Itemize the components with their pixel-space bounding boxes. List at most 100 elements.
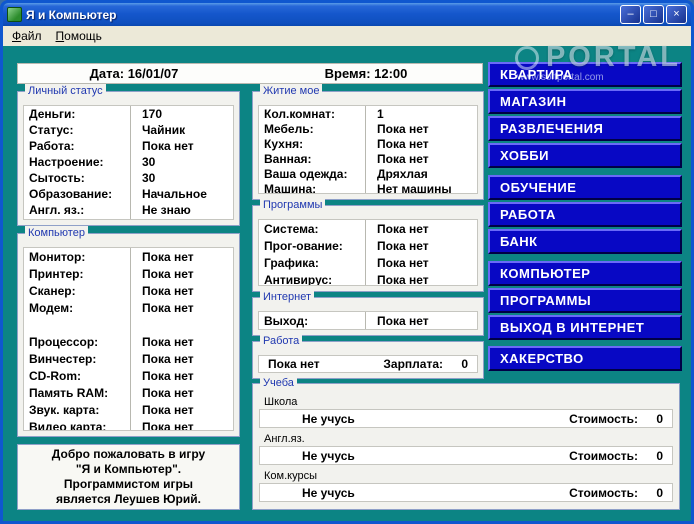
field-value: Пока нет	[142, 266, 194, 281]
cost-label: Стоимость:	[569, 485, 638, 500]
menu-bar: Файл Помощь	[3, 26, 691, 46]
close-button[interactable]: ×	[666, 5, 687, 24]
field-label: Кухня:	[264, 136, 304, 151]
status-row: Прог-ование: Пока нет	[259, 237, 477, 254]
field-label: Система:	[264, 221, 319, 236]
client-area: PORTAL www.softportal.com Дата: 16/01/07…	[3, 41, 691, 521]
cost-value: 0	[656, 411, 663, 426]
study-name: Школа	[264, 396, 298, 408]
nav-button-hacking[interactable]: ХАКЕРСТВО	[488, 346, 682, 371]
status-row: Англ. яз.: Не знаю	[24, 202, 233, 218]
status-row: Память RAM: Пока нет	[24, 384, 233, 401]
work-group: Работа Пока нет Зарплата: 0	[252, 334, 484, 379]
field-label: Память RAM:	[29, 385, 109, 400]
field-value: Пока нет	[142, 300, 194, 315]
maximize-button[interactable]: □	[643, 5, 664, 24]
minimize-icon: –	[627, 8, 634, 20]
close-icon: ×	[673, 8, 680, 20]
group-title: Программы	[260, 198, 326, 212]
study-bar: Не учусь Стоимость: 0	[259, 409, 673, 428]
status-row: Модем: Пока нет	[24, 299, 233, 316]
study-status: Не учусь	[302, 448, 355, 463]
computer-rows: Монитор: Пока нет Принтер: Пока нет Сканер…	[23, 247, 234, 431]
field-value: Чайник	[142, 123, 186, 137]
status-row: Процессор: Пока нет	[24, 333, 233, 350]
minimize-button[interactable]: –	[620, 5, 641, 24]
nav-button-apartment[interactable]: КВАРТИРА	[488, 62, 682, 87]
field-value: Пока нет	[142, 368, 194, 383]
field-label: Работа:	[29, 139, 75, 153]
window-title: Я и Компьютер	[26, 7, 117, 22]
field-value: Пока нет	[377, 255, 429, 270]
titlebar[interactable]: Я и Компьютер – □ ×	[3, 3, 691, 26]
field-label: Мебель:	[264, 121, 314, 136]
nav-button-shop[interactable]: МАГАЗИН	[488, 89, 682, 114]
date-time-bar: Дата: 16/01/07 Время: 12:00	[17, 63, 483, 84]
study-item: Школа Не учусь Стоимость: 0	[253, 394, 679, 428]
group-title: Учеба	[260, 376, 297, 390]
programs-group: Программы Система: Пока нет Прог-ование: П…	[252, 198, 484, 292]
field-label: Статус:	[29, 123, 74, 137]
status-row: Настроение: 30	[24, 154, 233, 170]
field-value: Пока нет	[142, 351, 194, 366]
group-title: Личный статус	[25, 84, 106, 98]
field-label: Сканер:	[29, 283, 76, 298]
status-row: Звук. карта: Пока нет	[24, 401, 233, 418]
field-value: Пока нет	[377, 151, 429, 166]
status-row: Ваша одежда: Дряхлая	[259, 166, 477, 181]
study-bar: Не учусь Стоимость: 0	[259, 446, 673, 465]
field-label: Модем:	[29, 300, 74, 315]
field-label: Англ. яз.:	[29, 203, 85, 217]
study-body: Школа Не учусь Стоимость: 0 Англ.яз. Не …	[253, 394, 679, 509]
personal-status-rows: Деньги: 170 Статус: Чайник Работа: Пока нет…	[23, 105, 234, 220]
nav-button-work[interactable]: РАБОТА	[488, 202, 682, 227]
app-icon[interactable]	[7, 7, 22, 22]
field-value: Пока нет	[377, 221, 429, 236]
menu-item-help[interactable]: Помощь	[49, 27, 109, 45]
cost-value: 0	[656, 448, 663, 463]
nav-button-programs[interactable]: ПРОГРАММЫ	[488, 288, 682, 313]
field-value: Пока нет	[377, 314, 429, 328]
cost-label: Стоимость:	[569, 448, 638, 463]
status-row: Сытость: 30	[24, 170, 233, 186]
field-label: Винчестер:	[29, 351, 97, 366]
field-value: Пока нет	[377, 136, 429, 151]
nav-button-entertainment[interactable]: РАЗВЛЕЧЕНИЯ	[488, 116, 682, 141]
nav-button-bank[interactable]: БАНК	[488, 229, 682, 254]
date-label: Дата: 16/01/07	[89, 66, 179, 81]
status-row: Ванная: Пока нет	[259, 151, 477, 166]
field-value: Пока нет	[142, 139, 194, 153]
cost-label: Стоимость:	[569, 411, 638, 426]
status-row: CD-Rom: Пока нет	[24, 367, 233, 384]
field-label: Сытость:	[29, 171, 85, 185]
field-value: Не знаю	[142, 203, 191, 217]
field-value: Пока нет	[142, 419, 194, 431]
nav-button-internet[interactable]: ВЫХОД В ИНТЕРНЕТ	[488, 315, 682, 340]
status-row: Статус: Чайник	[24, 122, 233, 138]
nav-button-hobby[interactable]: ХОББИ	[488, 143, 682, 168]
field-value: Пока нет	[142, 334, 194, 349]
field-label: Ваша одежда:	[264, 166, 348, 181]
status-row: Антивирус: Пока нет	[259, 271, 477, 286]
status-row: Сканер: Пока нет	[24, 282, 233, 299]
status-row: Машина: Нет машины	[259, 181, 477, 194]
nav-button-education[interactable]: ОБУЧЕНИЕ	[488, 175, 682, 200]
app-window: Я и Компьютер – □ × Файл Помощь PORTAL w…	[0, 0, 694, 524]
menu-item-file[interactable]: Файл	[5, 27, 49, 45]
field-label: Звук. карта:	[29, 402, 100, 417]
status-row: Кол.комнат: 1	[259, 106, 477, 121]
field-label: Прог-ование:	[264, 238, 343, 253]
group-title: Житие мое	[260, 84, 323, 98]
study-item: Англ.яз. Не учусь Стоимость: 0	[253, 431, 679, 465]
field-value: Пока нет	[377, 121, 429, 136]
nav-button-computer[interactable]: КОМПЬЮТЕР	[488, 261, 682, 286]
internet-rows: Выход: Пока нет	[258, 311, 478, 330]
field-label: Ванная:	[264, 151, 312, 166]
personal-status-group: Личный статус Деньги: 170 Статус: Чайник Р…	[17, 84, 240, 226]
group-title: Работа	[260, 334, 303, 348]
status-row: Работа: Пока нет	[24, 138, 233, 154]
status-row: Видео карта: Пока нет	[24, 418, 233, 431]
group-title: Интернет	[260, 290, 314, 304]
work-panel: Пока нет Зарплата: 0	[258, 355, 478, 373]
time-label: Время: 12:00	[324, 66, 408, 81]
